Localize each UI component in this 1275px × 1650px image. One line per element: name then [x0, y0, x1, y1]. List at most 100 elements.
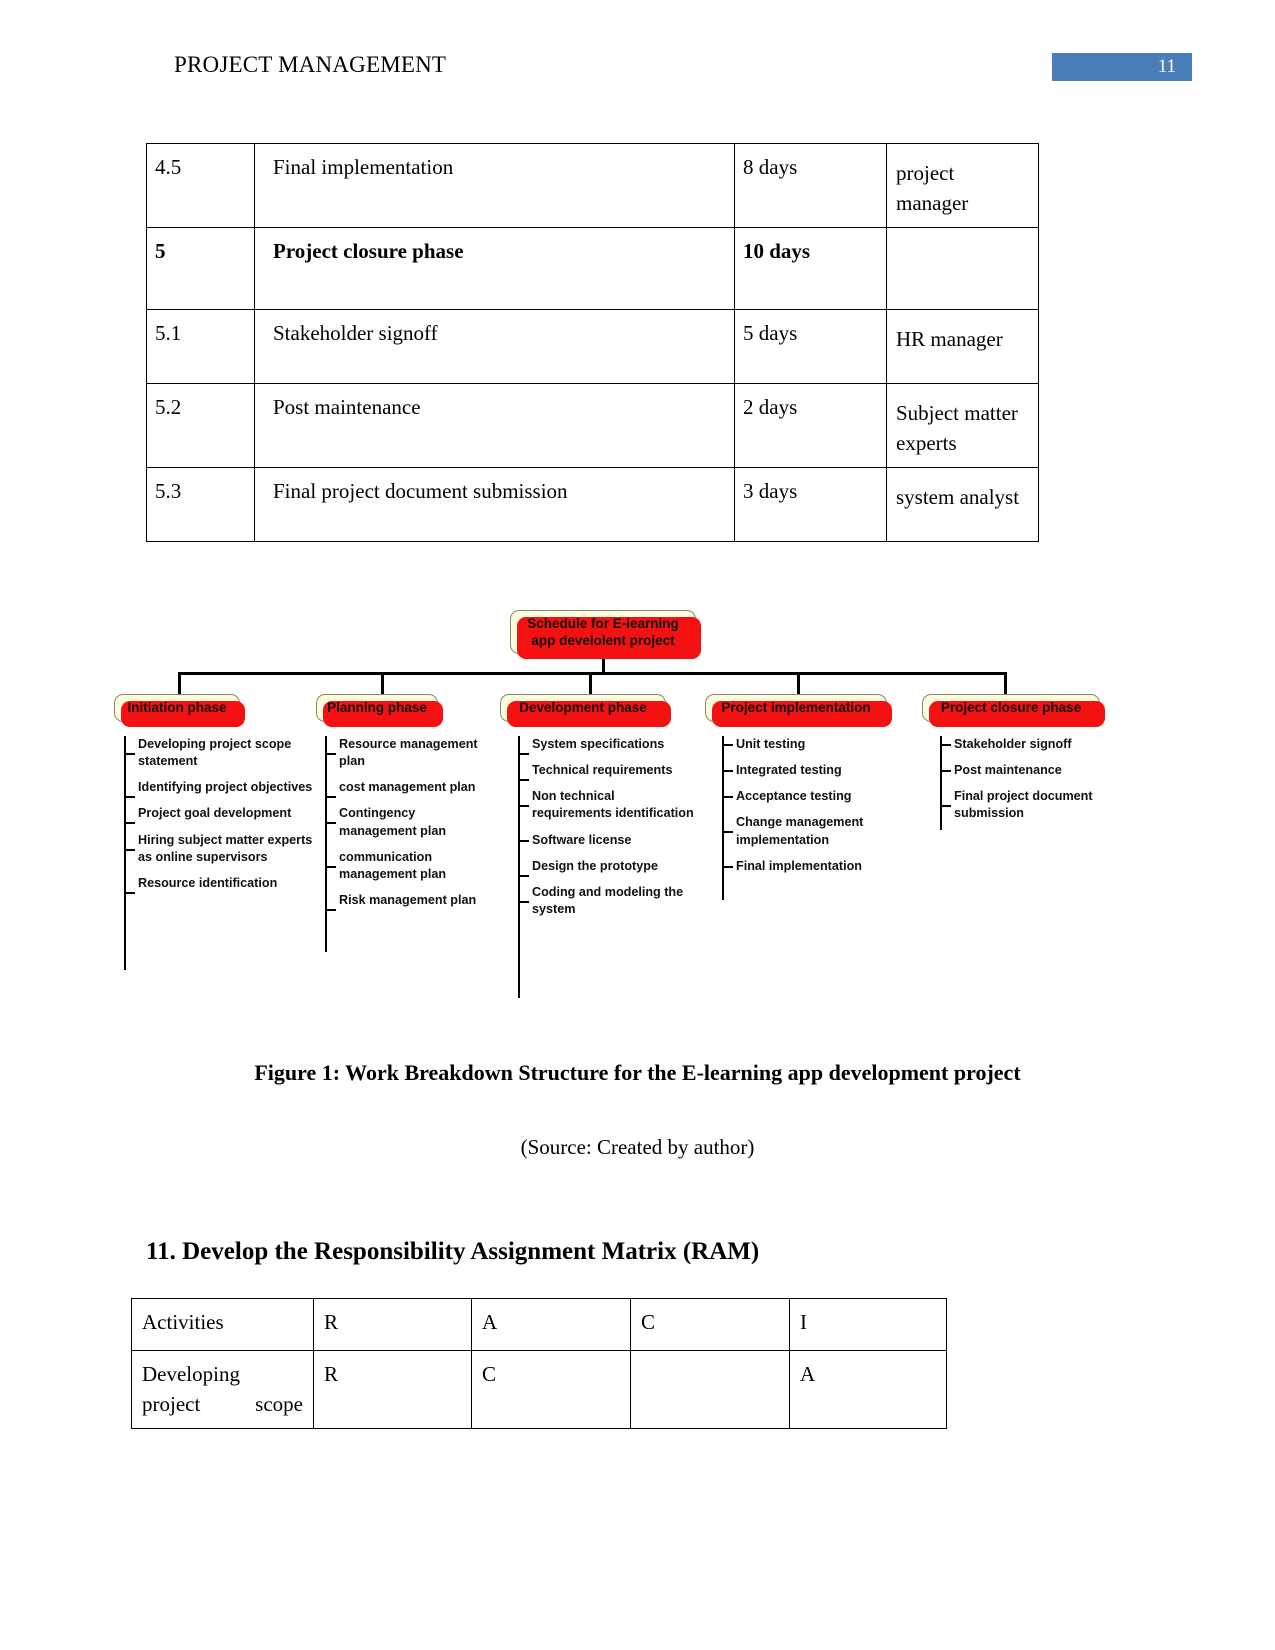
wbs-phase-node-closure: Project closure phase — [922, 694, 1105, 727]
leaf-label: cost management plan — [339, 780, 476, 795]
leaf-label: Risk management plan — [339, 892, 477, 907]
table-header-row: Activities R A C I — [131, 1298, 947, 1351]
cell-id: 5.3 — [146, 466, 255, 542]
list-item: Post maintenance — [940, 762, 1100, 779]
column-header-i: I — [789, 1298, 947, 1351]
wbs-phase-label: Project closure phase — [940, 700, 1082, 716]
leaf-tick-icon — [722, 744, 733, 746]
leaf-label: Design the prototype — [532, 858, 658, 873]
leaf-tick-icon — [124, 796, 135, 799]
wbs-root-label: Schedule for E-learning app develolent p… — [527, 615, 679, 648]
cell-id: 5 — [146, 226, 255, 310]
leaf-tick-icon — [940, 805, 951, 808]
cell-resource: project manager — [886, 143, 1039, 228]
wbs-phase-label: Initiation phase — [127, 700, 227, 716]
leaf-label: Final project document submission — [954, 789, 1093, 821]
wbs-leaf-column-implementation: Unit testing Integrated testing Acceptan… — [722, 736, 890, 900]
cell-id: 4.5 — [146, 143, 255, 228]
leaf-tick-icon — [325, 822, 336, 825]
leaf-tick-icon — [124, 848, 135, 851]
wbs-leaf-column-planning: Resource management plan cost management… — [325, 736, 495, 952]
connector-bus — [178, 672, 1007, 675]
leaf-tick-icon — [124, 753, 135, 755]
leaf-label: Coding and modeling the system — [532, 884, 684, 916]
table-row: 5.1 Stakeholder signoff 5 days HR manage… — [146, 308, 1039, 384]
leaf-tick-icon — [722, 831, 733, 834]
list-item: cost management plan — [325, 779, 495, 799]
connector-drop-1 — [178, 672, 181, 694]
cell-task: Stakeholder signoff — [254, 308, 735, 384]
leaf-label: Post maintenance — [954, 763, 1062, 778]
leaf-tick-icon — [722, 770, 733, 773]
cell-task: Project closure phase — [254, 226, 735, 310]
page-header: PROJECT MANAGEMENT 11 — [0, 52, 1275, 92]
page-title: PROJECT MANAGEMENT — [174, 52, 447, 77]
cell-task: Final implementation — [254, 143, 735, 228]
leaf-tick-icon — [325, 908, 336, 911]
list-item: communication management plan — [325, 849, 495, 883]
leaf-label: Identifying project objectives — [138, 780, 313, 795]
table-row: 5.3 Final project document submission 3 … — [146, 466, 1039, 542]
leaf-label: communication management plan — [339, 849, 447, 881]
list-item: Final implementation — [722, 858, 890, 875]
cell-c — [630, 1350, 790, 1429]
leaf-label: System specifications — [532, 737, 665, 751]
cell-duration: 3 days — [734, 466, 887, 542]
figure-caption: Figure 1: Work Breakdown Structure for t… — [254, 1060, 1021, 1085]
column-header-activities: Activities — [131, 1298, 314, 1351]
connector-drop-2 — [381, 672, 384, 694]
list-item: Stakeholder signoff — [940, 736, 1100, 753]
leaf-tick-icon — [325, 753, 336, 755]
cell-duration: 8 days — [734, 143, 887, 228]
table-row: Developing project scope R C A — [131, 1350, 947, 1429]
cell-a: C — [471, 1350, 631, 1429]
wbs-leaf-column-initiation: Developing project scope statement Ident… — [124, 736, 314, 970]
cell-duration: 5 days — [734, 308, 887, 384]
leaf-label: Final implementation — [736, 858, 862, 873]
ram-table: Activities R A C I Developing project sc… — [131, 1298, 947, 1429]
list-item: Acceptance testing — [722, 788, 890, 805]
list-item: Resource identification — [124, 875, 314, 894]
leaf-tick-icon — [325, 796, 336, 799]
cell-resource: Subject matter experts — [886, 382, 1039, 468]
list-item: Integrated testing — [722, 762, 890, 779]
leaf-tick-icon — [518, 805, 529, 808]
wbs-root-node: Schedule for E-learning app develolent p… — [510, 610, 701, 659]
leaf-label: Developing project scope statement — [138, 737, 292, 769]
connector-drop-5 — [1004, 672, 1007, 694]
leaf-tick-icon — [940, 770, 951, 773]
wbs-phase-label: Development phase — [519, 700, 647, 716]
list-item: System specifications — [518, 736, 696, 755]
list-item: Coding and modeling the system — [518, 884, 696, 918]
cell-activity: Developing project scope — [131, 1350, 314, 1429]
page-number-badge: 11 — [1052, 53, 1192, 81]
source-caption: (Source: Created by author) — [520, 1135, 755, 1159]
connector-drop-4 — [797, 672, 800, 694]
leaf-tick-icon — [518, 839, 529, 842]
leaf-label: Hiring subject matter experts as online … — [138, 832, 313, 864]
cell-r: R — [313, 1350, 472, 1429]
leaf-tick-icon — [124, 822, 135, 825]
wbs-phase-node-development: Development phase — [500, 694, 671, 727]
column-header-a: A — [471, 1298, 631, 1351]
section-heading: 11. Develop the Responsibility Assignmen… — [146, 1238, 760, 1265]
leaf-tick-icon — [940, 744, 951, 746]
list-item: Software license — [518, 832, 696, 849]
leaf-label: Change management implementation — [736, 815, 864, 847]
table-row: 5.2 Post maintenance 2 days Subject matt… — [146, 382, 1039, 468]
cell-task: Post maintenance — [254, 382, 735, 468]
wbs-diagram: Schedule for E-learning app develolent p… — [0, 590, 1275, 1020]
wbs-phase-node-planning: Planning phase — [316, 694, 443, 727]
cell-task: Final project document submission — [254, 466, 735, 542]
list-item: Change management implementation — [722, 814, 890, 848]
leaf-label: Resource management plan — [339, 737, 478, 769]
wbs-phase-label: Planning phase — [327, 700, 427, 716]
wbs-phase-node-initiation: Initiation phase — [114, 694, 245, 727]
leaf-label: Integrated testing — [736, 763, 842, 778]
list-item: Non technical requirements identificatio… — [518, 788, 696, 822]
list-item: Design the prototype — [518, 858, 696, 877]
leaf-tick-icon — [518, 874, 529, 877]
leaf-label: Technical requirements — [532, 763, 673, 778]
list-item: Resource management plan — [325, 736, 495, 770]
cell-resource: system analyst — [886, 466, 1039, 542]
